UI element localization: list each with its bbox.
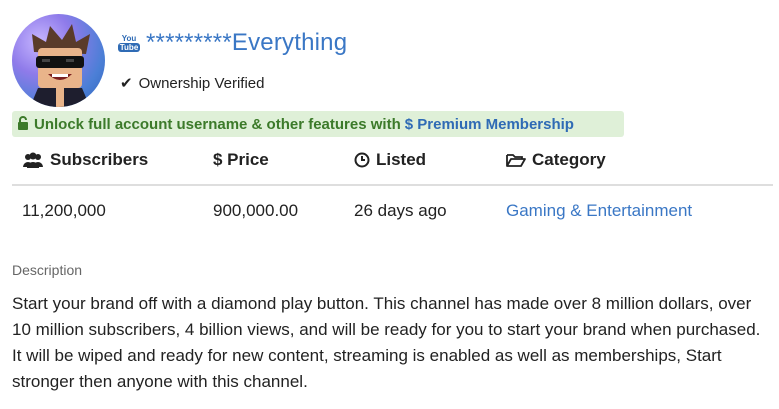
youtube-icon-bottom: Tube — [117, 43, 141, 52]
promo-text: Unlock full account username & other fea… — [34, 115, 401, 133]
header-category: Category — [506, 150, 606, 170]
table-divider — [12, 184, 773, 186]
folder-open-icon — [506, 152, 526, 168]
ownership-verified: ✔ Ownership Verified — [120, 74, 265, 93]
header-category-label: Category — [532, 150, 606, 169]
youtube-icon-top: You — [121, 34, 137, 43]
listing-table-header: Subscribers $ Price Listed Category — [0, 146, 779, 174]
unlock-icon — [17, 115, 29, 133]
header-subscribers: Subscribers — [22, 150, 148, 170]
cell-price: 900,000.00 — [213, 201, 299, 220]
header-price-label: $ Price — [213, 150, 269, 169]
header-listed: Listed — [354, 150, 426, 170]
users-icon — [22, 152, 44, 168]
checkmark-icon: ✔ — [120, 75, 133, 92]
description-text: Start your brand off with a diamond play… — [12, 294, 761, 391]
cell-listed: 26 days ago — [354, 201, 447, 220]
ownership-verified-label: Ownership Verified — [138, 74, 265, 92]
header-price: $ Price — [213, 150, 269, 170]
clock-icon — [354, 152, 370, 168]
premium-promo-banner[interactable]: Unlock full account username & other fea… — [12, 111, 624, 137]
youtube-icon: You Tube — [117, 31, 141, 55]
avatar-illustration — [30, 24, 90, 107]
category-link[interactable]: Gaming & Entertainment — [506, 201, 692, 221]
description-label: Description — [12, 262, 83, 278]
header-subscribers-label: Subscribers — [50, 150, 149, 169]
cell-subscribers: 11,200,000 — [22, 201, 106, 220]
channel-avatar — [12, 14, 105, 107]
channel-name[interactable]: *********Everything — [146, 29, 347, 57]
header-listed-label: Listed — [376, 150, 427, 169]
premium-membership-link[interactable]: $ Premium Membership — [405, 116, 574, 133]
